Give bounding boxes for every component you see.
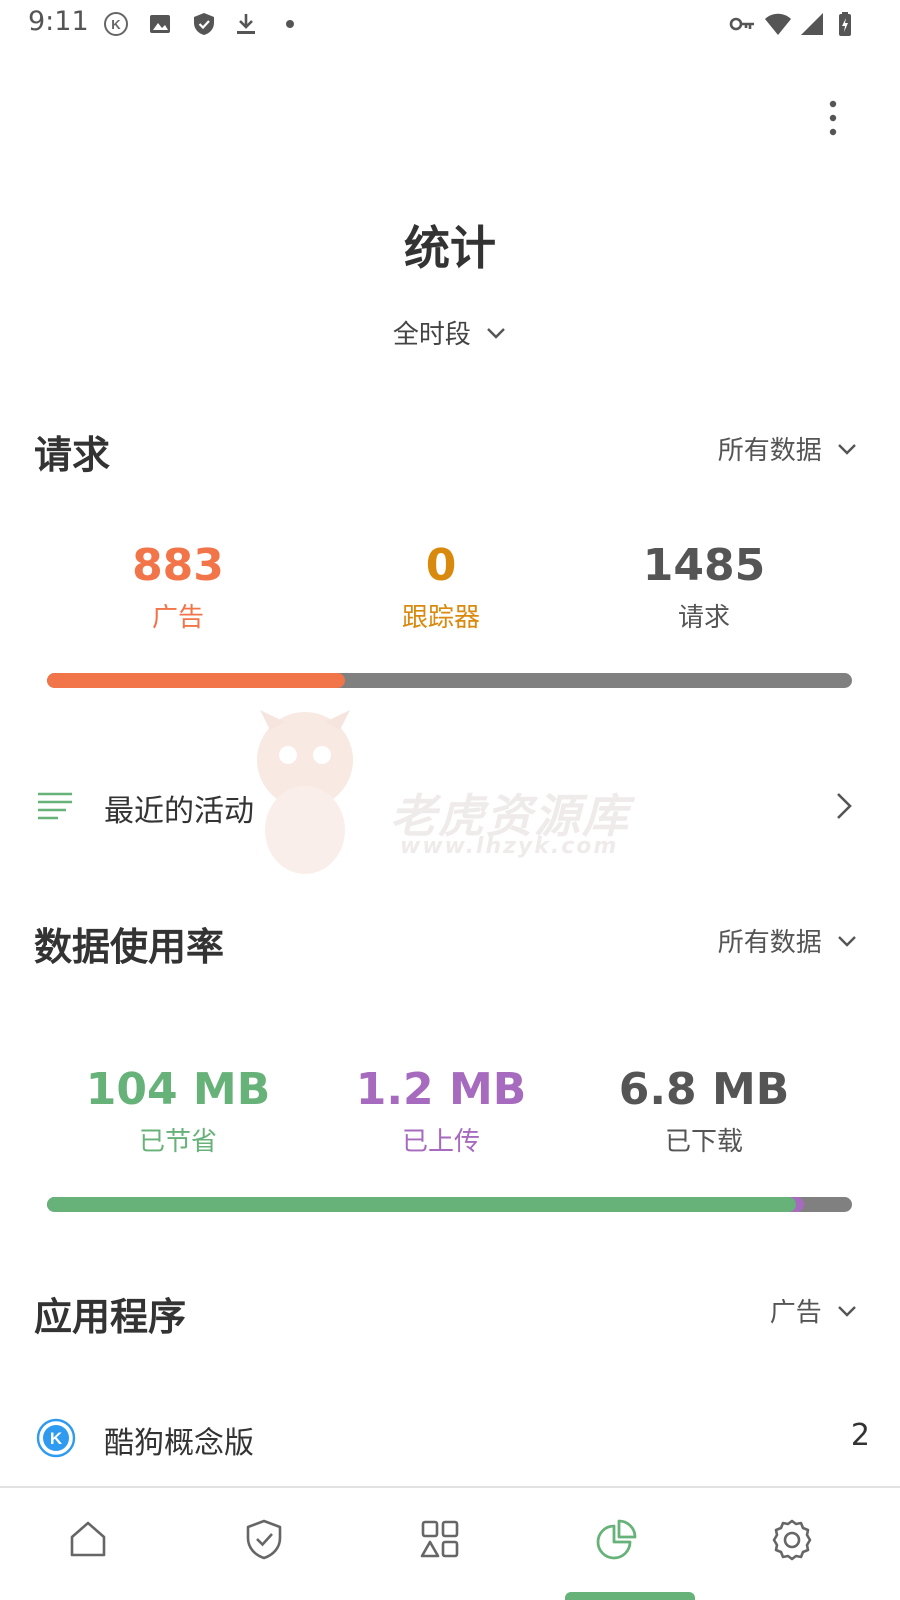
svg-text:K: K xyxy=(50,1429,63,1448)
saved-bar-fill xyxy=(47,1197,796,1212)
status-bar: 9:11 K xyxy=(0,0,900,50)
ads-label: 广告 xyxy=(151,603,204,633)
list-icon xyxy=(38,792,72,820)
statistics-icon xyxy=(596,1519,637,1560)
saved-amount: 104 MB xyxy=(85,1064,271,1115)
chevron-down-icon xyxy=(487,327,505,339)
protection-icon xyxy=(246,1519,282,1560)
saved-stat: 104 MB 已节省 xyxy=(48,1064,308,1158)
settings-icon xyxy=(772,1519,812,1561)
trackers-label: 跟踪器 xyxy=(401,603,480,633)
more-options-button[interactable] xyxy=(820,98,846,142)
apps-title: 应用程序 xyxy=(34,1295,187,1339)
data-usage-filter-label: 所有数据 xyxy=(717,928,822,958)
apps-filter[interactable]: 广告 xyxy=(770,1292,858,1332)
requests-count: 1485 xyxy=(642,540,766,591)
key-icon xyxy=(728,10,756,38)
kugou-icon: K xyxy=(36,1418,76,1458)
k-app-icon: K xyxy=(102,10,130,38)
dot-icon xyxy=(276,10,304,38)
data-usage-filter[interactable]: 所有数据 xyxy=(718,922,858,962)
requests-filter-label: 所有数据 xyxy=(717,436,822,466)
page-title: 统计 xyxy=(404,221,496,275)
nav-apps[interactable] xyxy=(410,1510,470,1570)
trackers-count: 0 xyxy=(425,540,457,591)
requests-bar xyxy=(47,673,852,688)
trackers-stat: 0 跟踪器 xyxy=(311,540,571,634)
requests-filter[interactable]: 所有数据 xyxy=(718,430,858,470)
signal-icon xyxy=(798,10,826,38)
chevron-down-icon xyxy=(838,935,856,947)
requests-title: 请求 xyxy=(34,433,111,477)
nav-settings[interactable] xyxy=(762,1510,822,1570)
nav-home[interactable] xyxy=(58,1510,118,1570)
apps-filter-label: 广告 xyxy=(769,1298,822,1328)
ads-count: 883 xyxy=(132,540,224,591)
ads-bar-fill xyxy=(47,673,345,688)
wifi-icon xyxy=(764,10,792,38)
chevron-down-icon xyxy=(838,443,856,455)
list-item[interactable]: K 酷狗概念版 2 xyxy=(0,1416,900,1476)
uploaded-amount: 1.2 MB xyxy=(355,1064,527,1115)
image-icon xyxy=(146,10,174,38)
active-tab-indicator xyxy=(565,1592,695,1600)
download-icon xyxy=(232,10,260,38)
app-name: 酷狗概念版 xyxy=(104,1426,254,1461)
app-count: 2 xyxy=(850,1418,870,1453)
nav-protection[interactable] xyxy=(234,1510,294,1570)
svg-text:K: K xyxy=(111,17,121,32)
uploaded-label: 已上传 xyxy=(401,1127,480,1157)
data-usage-bar xyxy=(47,1197,852,1212)
uploaded-stat: 1.2 MB 已上传 xyxy=(311,1064,571,1158)
apps-icon xyxy=(420,1520,459,1558)
nav-statistics[interactable] xyxy=(586,1510,646,1570)
data-usage-title: 数据使用率 xyxy=(34,925,225,969)
saved-label: 已节省 xyxy=(138,1127,217,1157)
period-select[interactable]: 全时段 xyxy=(360,314,540,354)
recent-activity-label: 最近的活动 xyxy=(104,794,254,829)
more-vertical-icon xyxy=(829,100,837,136)
downloaded-label: 已下载 xyxy=(664,1127,743,1157)
recent-activity-row[interactable]: 最近的活动 xyxy=(0,756,900,856)
home-icon xyxy=(70,1521,106,1557)
bottom-navigation xyxy=(0,1486,900,1600)
status-time: 9:11 xyxy=(28,6,89,37)
downloaded-amount: 6.8 MB xyxy=(618,1064,790,1115)
requests-label: 请求 xyxy=(677,603,730,633)
requests-stat: 1485 请求 xyxy=(574,540,834,634)
chevron-right-icon xyxy=(837,793,852,819)
period-label: 全时段 xyxy=(392,320,471,350)
battery-icon xyxy=(832,10,860,38)
downloaded-stat: 6.8 MB 已下载 xyxy=(574,1064,834,1158)
ads-stat: 883 广告 xyxy=(48,540,308,634)
chevron-down-icon xyxy=(838,1305,856,1317)
shield-icon xyxy=(190,10,218,38)
